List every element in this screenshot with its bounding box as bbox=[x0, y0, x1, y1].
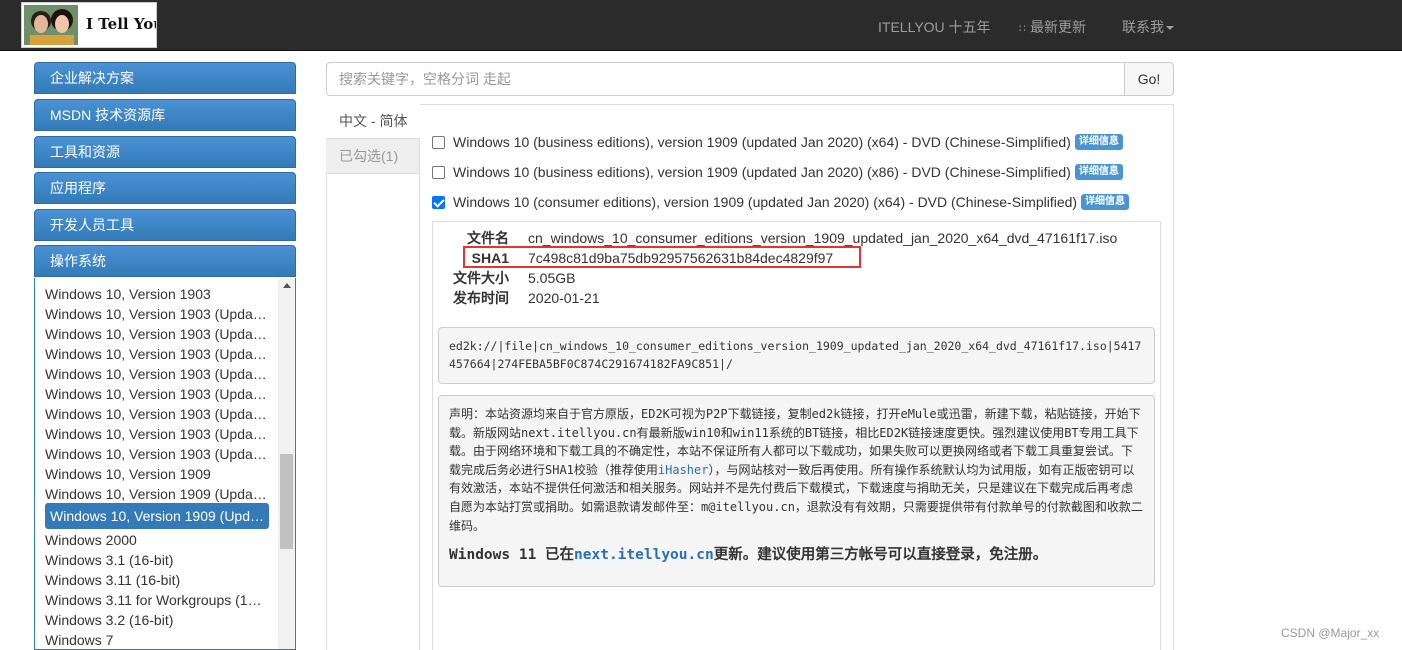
file-row[interactable]: Windows 10 (consumer editions), version … bbox=[432, 192, 1130, 212]
ed2k-link-box[interactable]: ed2k://|file|cn_windows_10_consumer_edit… bbox=[438, 327, 1155, 384]
search-input[interactable] bbox=[326, 62, 1125, 96]
sidebar-category-enterprise[interactable]: 企业解决方案 bbox=[34, 62, 296, 94]
filename-value: cn_windows_10_consumer_editions_version_… bbox=[528, 230, 1118, 246]
os-list-panel[interactable]: Windows 10, Version 1903 Windows 10, Vers… bbox=[34, 278, 296, 650]
size-label: 文件大小 bbox=[453, 270, 509, 286]
language-tabs: 中文 - 简体 已勾选(1) bbox=[326, 104, 420, 650]
csdn-watermark: CSDN @Major_xx bbox=[1281, 626, 1380, 640]
os-list-item[interactable]: Windows 3.11 for Workgroups (16-bit) bbox=[45, 590, 269, 610]
tab-checked-items[interactable]: 已勾选(1) bbox=[326, 139, 419, 174]
nav-fifteen-years[interactable]: ITELLYOU 十五年 bbox=[878, 17, 991, 37]
os-list-item[interactable]: Windows 10, Version 1903 (Updated Nov 20… bbox=[45, 384, 269, 404]
notice-text: 声明：本站资源均来自于官方原版，ED2K可视为P2P下载链接，复制ed2k链接，… bbox=[449, 405, 1144, 535]
os-list-item[interactable]: Windows 10, Version 1903 (Updated Aug 20… bbox=[45, 324, 269, 344]
file-label: Windows 10 (business editions), version … bbox=[453, 134, 1071, 150]
sidebar-category-apps[interactable]: 应用程序 bbox=[34, 172, 296, 204]
os-list-item[interactable]: Windows 3.2 (16-bit) bbox=[45, 610, 269, 630]
nav-contact-dropdown[interactable]: 联系我 bbox=[1122, 17, 1174, 37]
win11-notice-post: 更新。建议使用第三方帐号可以直接登录，免注册。 bbox=[713, 547, 1048, 564]
details-badge-button[interactable]: 详细信息 bbox=[1074, 164, 1123, 180]
os-list-item[interactable]: Windows 10, Version 1903 (Updated Sep 20… bbox=[45, 344, 269, 364]
sidebar-category-msdn[interactable]: MSDN 技术资源库 bbox=[34, 99, 296, 131]
os-list-item-selected[interactable]: Windows 10, Version 1909 (Updated Jan 20… bbox=[45, 503, 269, 529]
os-list-item[interactable]: Windows 10, Version 1903 (Updated Dec 20… bbox=[45, 404, 269, 424]
file-label: Windows 10 (business editions), version … bbox=[453, 164, 1071, 180]
tab-chinese-simplified[interactable]: 中文 - 简体 bbox=[326, 104, 420, 139]
ihasher-link[interactable]: iHasher bbox=[658, 463, 709, 477]
nav-contact-label: 联系我 bbox=[1122, 19, 1164, 35]
details-badge-button[interactable]: 详细信息 bbox=[1081, 194, 1130, 210]
next-itellyou-link[interactable]: next.itellyou.cn bbox=[574, 547, 714, 563]
sidebar-category-tools[interactable]: 工具和资源 bbox=[34, 136, 296, 168]
date-label: 发布时间 bbox=[453, 290, 509, 306]
caret-down-icon bbox=[1166, 26, 1174, 31]
os-list-item[interactable]: Windows 3.1 (16-bit) bbox=[45, 550, 269, 570]
os-list-item[interactable]: Windows 10, Version 1903 (Updated Jul 20… bbox=[45, 304, 269, 324]
os-list-item[interactable]: Windows 10, Version 1909 (Updated Dec 20… bbox=[45, 484, 269, 504]
filename-label: 文件名 bbox=[467, 230, 509, 246]
site-logo[interactable]: I Tell You bbox=[21, 2, 157, 48]
nav-latest-updates[interactable]: ∷ 最新更新 bbox=[1019, 17, 1086, 37]
file-row[interactable]: Windows 10 (business editions), version … bbox=[432, 132, 1123, 152]
details-badge-button[interactable]: 详细信息 bbox=[1074, 134, 1123, 150]
win11-notice-pre: Windows 11 已在 bbox=[449, 547, 575, 564]
top-navbar: I Tell You ITELLYOU 十五年 ∷ 最新更新 联系我 bbox=[0, 0, 1402, 51]
os-list-item[interactable]: Windows 10, Version 1903 (Updated Feb 20… bbox=[45, 444, 269, 464]
os-list-item[interactable]: Windows 7 bbox=[45, 630, 269, 649]
date-value: 2020-01-21 bbox=[528, 290, 600, 306]
os-list-item[interactable]: Windows 10, Version 1903 (Updated Jan 20… bbox=[45, 424, 269, 444]
os-list-item[interactable]: Windows 2000 bbox=[45, 530, 269, 550]
windows11-notice: Windows 11 已在next.itellyou.cn更新。建议使用第三方帐… bbox=[449, 545, 1144, 565]
search-go-button[interactable]: Go! bbox=[1124, 62, 1174, 96]
file-row[interactable]: Windows 10 (business editions), version … bbox=[432, 162, 1123, 182]
os-list-item[interactable]: Windows 3.11 (16-bit) bbox=[45, 570, 269, 590]
nav-latest-label: 最新更新 bbox=[1030, 19, 1086, 35]
file-checkbox[interactable] bbox=[432, 135, 445, 149]
scroll-thumb[interactable] bbox=[280, 454, 293, 549]
logo-faces-image bbox=[24, 5, 78, 45]
rss-icon: ∷ bbox=[1019, 23, 1026, 35]
file-label: Windows 10 (consumer editions), version … bbox=[453, 194, 1078, 210]
os-list-scrollbar[interactable] bbox=[278, 278, 295, 649]
sidebar-category-devtools[interactable]: 开发人员工具 bbox=[34, 209, 296, 241]
file-checkbox-checked[interactable] bbox=[432, 195, 445, 209]
download-notice: 声明：本站资源均来自于官方原版，ED2K可视为P2P下载链接，复制ed2k链接，… bbox=[438, 395, 1155, 587]
sha1-highlight-box bbox=[463, 246, 861, 268]
os-list-item[interactable]: Windows 10, Version 1903 bbox=[45, 284, 269, 304]
os-list-item[interactable]: Windows 10, Version 1903 (Updated Oct 20… bbox=[45, 364, 269, 384]
scroll-up-arrow-icon[interactable] bbox=[283, 283, 291, 288]
size-value: 5.05GB bbox=[528, 270, 576, 286]
file-checkbox[interactable] bbox=[432, 165, 445, 179]
site-brand-text: I Tell You bbox=[86, 15, 157, 33]
os-list-item[interactable]: Windows 10, Version 1909 bbox=[45, 464, 269, 484]
sidebar-category-os[interactable]: 操作系统 bbox=[34, 245, 296, 277]
